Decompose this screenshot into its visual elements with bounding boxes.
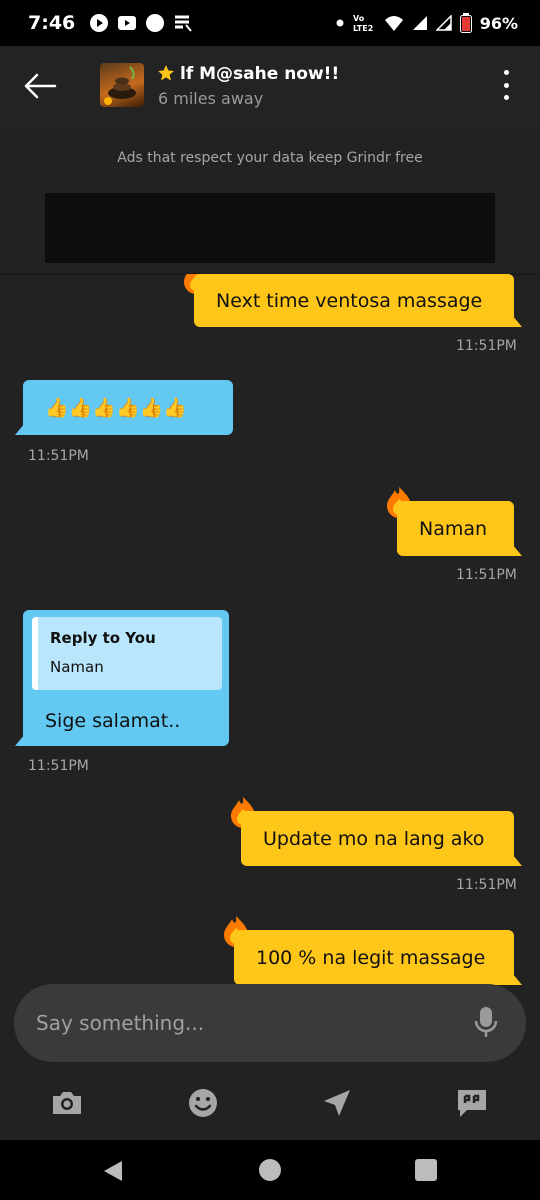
message-bubble[interactable]: Next time ventosa massage [194, 274, 522, 327]
data-saver-icon [175, 15, 193, 32]
message-bubble[interactable]: 100 % na legit massage [234, 930, 522, 985]
message-bubble-reply[interactable]: Reply to You Naman Sige salamat.. [15, 610, 229, 746]
ad-note: Ads that respect your data keep Grindr f… [117, 150, 423, 166]
reply-quote[interactable]: Reply to You Naman [32, 617, 222, 690]
saved-phrases-icon[interactable] [455, 1086, 489, 1120]
wifi-icon [384, 16, 403, 31]
message-text: Naman [419, 517, 488, 540]
signal-icon-2 [435, 15, 452, 31]
message-time: 11:51PM [456, 338, 517, 354]
notification-icons [89, 13, 193, 33]
message-bubble[interactable]: 👍👍👍👍👍👍 [15, 380, 233, 435]
ad-banner[interactable] [45, 193, 495, 263]
reply-text: Naman [50, 658, 104, 676]
star-icon [158, 65, 174, 81]
system-nav-bar [0, 1140, 540, 1200]
youtube-icon [90, 14, 109, 32]
message-bubble[interactable]: Update mo na lang ako [241, 811, 522, 866]
location-icon[interactable] [320, 1086, 354, 1120]
profile-name[interactable]: lf M@sahe now!! [180, 64, 339, 84]
emoji-icon[interactable] [186, 1086, 220, 1120]
video-icon [118, 16, 137, 30]
status-bar: 7:46 Vo LTE2 96% [0, 0, 540, 46]
message-text: Sige salamat.. [45, 710, 181, 732]
message-text: Next time ventosa massage [216, 289, 483, 312]
signal-icon [412, 16, 427, 30]
message-composer [14, 984, 526, 1062]
message-text: Update mo na lang ako [263, 827, 485, 850]
message-text: 👍👍👍👍👍👍 [45, 397, 187, 419]
more-options-icon[interactable] [494, 70, 518, 100]
status-time: 7:46 [28, 12, 76, 34]
camera-icon[interactable] [50, 1086, 84, 1120]
message-time: 11:51PM [28, 448, 89, 464]
chat-messages[interactable]: Next time ventosa massage 11:51PM 👍👍👍👍👍👍… [0, 274, 540, 986]
volte-icon: VoLTE2 [353, 14, 373, 33]
nav-back-icon[interactable] [102, 1159, 124, 1183]
nav-recents-icon[interactable] [415, 1159, 437, 1181]
message-text: 100 % na legit massage [256, 946, 486, 969]
dot-icon [336, 19, 344, 27]
avatar-image [104, 66, 136, 105]
composer-actions [0, 1070, 540, 1140]
microphone-icon[interactable] [474, 1005, 498, 1041]
profile-distance: 6 miles away [158, 89, 264, 108]
message-time: 11:51PM [456, 877, 517, 893]
svg-text:Vo: Vo [353, 14, 365, 23]
circle-icon [146, 14, 165, 32]
battery-icon [459, 13, 472, 33]
message-time: 11:51PM [28, 758, 89, 774]
reply-title: Reply to You [50, 629, 156, 647]
battery-percent: 96% [479, 13, 518, 33]
svg-text:LTE2: LTE2 [353, 24, 373, 33]
back-arrow-icon[interactable] [22, 68, 58, 104]
message-time: 11:51PM [456, 567, 517, 583]
status-right: Vo LTE2 96% [336, 13, 518, 33]
message-bubble[interactable]: Naman [397, 501, 522, 556]
nav-home-icon[interactable] [259, 1159, 281, 1181]
chat-header: lf M@sahe now!! 6 miles away [0, 46, 540, 130]
avatar[interactable] [100, 63, 144, 107]
message-input[interactable] [36, 1004, 456, 1042]
